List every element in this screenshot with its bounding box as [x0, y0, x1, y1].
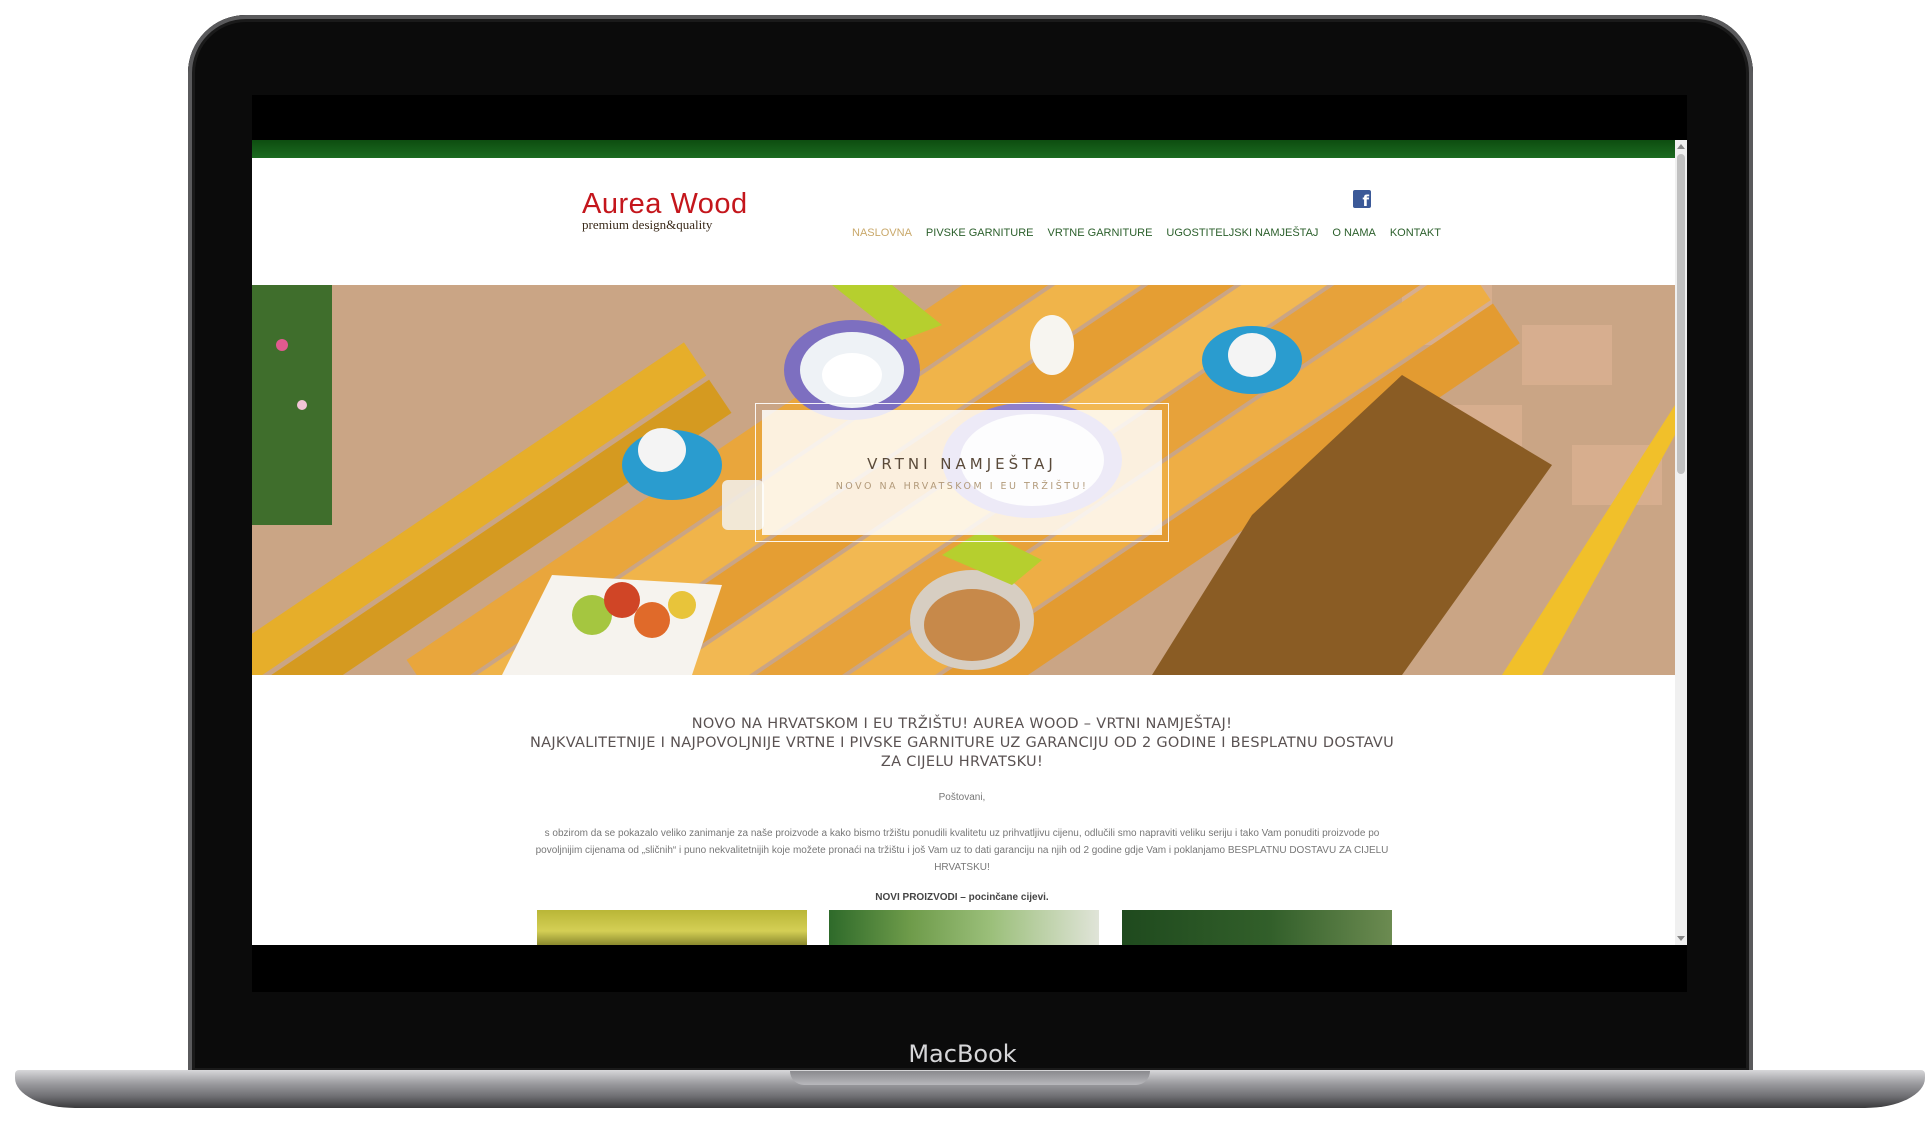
laptop-notch	[790, 1071, 1150, 1085]
new-products-heading: NOVI PROIZVODI – pocinčane cijevi.	[875, 892, 1049, 903]
hero-banner: VRTNI NAMJEŠTAJ NOVO NA HRVATSKOM I EU T…	[252, 285, 1675, 675]
site-logo[interactable]: Aurea Wood premium design&quality	[582, 188, 748, 232]
logo-name: Aurea Wood	[582, 188, 748, 220]
nav-item-naslovna[interactable]: NASLOVNA	[852, 227, 912, 239]
hero-subtitle: NOVO NA HRVATSKOM I EU TRŽIŠTU!	[835, 481, 1089, 492]
scroll-down-arrow-icon[interactable]	[1677, 936, 1685, 941]
hero-caption-box: VRTNI NAMJEŠTAJ NOVO NA HRVATSKOM I EU T…	[755, 403, 1169, 542]
page-scrollbar[interactable]	[1675, 140, 1687, 945]
intro-headline: NOVO NA HRVATSKOM I EU TRŽIŠTU! AUREA WO…	[512, 715, 1412, 772]
gallery-image[interactable]	[829, 910, 1099, 945]
gallery-image[interactable]	[537, 910, 807, 945]
main-nav: NASLOVNA PIVSKE GARNITURE VRTNE GARNITUR…	[852, 227, 1637, 239]
site-top-bar	[252, 140, 1675, 158]
intro-paragraph: s obzirom da se pokazalo veliko zanimanj…	[535, 828, 1389, 873]
browser-viewport: Aurea Wood premium design&quality f NASL…	[252, 140, 1687, 945]
hero-title: VRTNI NAMJEŠTAJ	[867, 455, 1057, 473]
gallery-image[interactable]	[1122, 910, 1392, 945]
nav-item-ugostiteljski-namjestaj[interactable]: UGOSTITELJSKI NAMJEŠTAJ	[1166, 227, 1318, 239]
scrollbar-thumb[interactable]	[1677, 154, 1685, 474]
headline-line-1: NOVO NA HRVATSKOM I EU TRŽIŠTU! AUREA WO…	[691, 716, 1233, 732]
nav-item-vrtne-garniture[interactable]: VRTNE GARNITURE	[1048, 227, 1153, 239]
device-brand-label: MacBook	[908, 1040, 1017, 1068]
product-gallery	[537, 910, 1392, 945]
scroll-up-arrow-icon[interactable]	[1677, 144, 1685, 149]
headline-line-2: NAJKVALITETNIJE I NAJPOVOLJNIJE VRTNE I …	[529, 735, 1395, 751]
nav-item-kontakt[interactable]: KONTAKT	[1390, 227, 1441, 239]
headline-line-3: ZA CIJELU HRVATSKU!	[880, 754, 1044, 770]
intro-section: NOVO NA HRVATSKOM I EU TRŽIŠTU! AUREA WO…	[512, 715, 1412, 903]
nav-item-pivske-garniture[interactable]: PIVSKE GARNITURE	[926, 227, 1034, 239]
nav-item-o-nama[interactable]: O NAMA	[1332, 227, 1375, 239]
facebook-icon[interactable]: f	[1353, 190, 1371, 208]
laptop-screen: Aurea Wood premium design&quality f NASL…	[252, 95, 1687, 992]
greeting-text: Poštovani,	[938, 792, 986, 803]
